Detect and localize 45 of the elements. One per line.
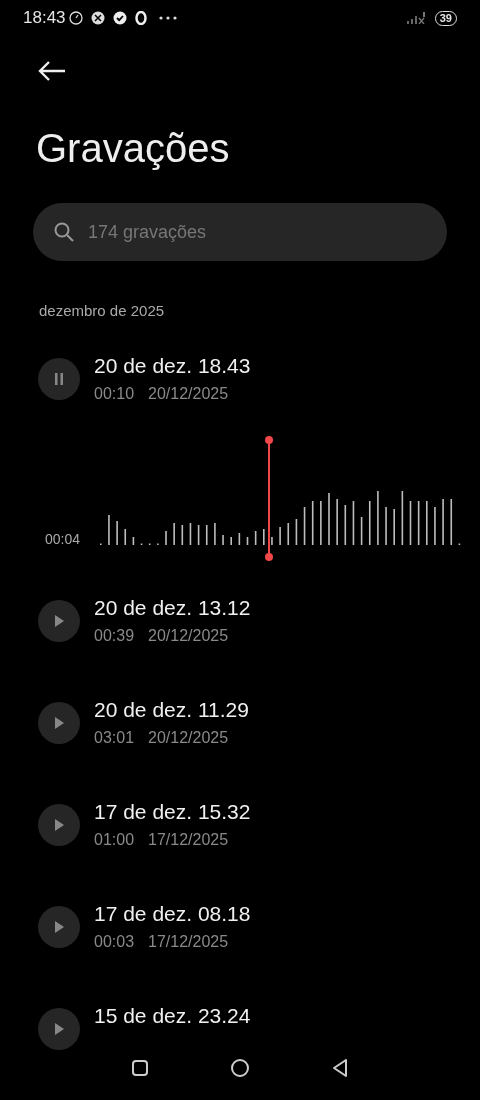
recording-title[interactable]: 20 de dez. 11.29 — [94, 696, 249, 723]
clock-icon — [68, 11, 83, 25]
play-icon — [54, 1022, 64, 1035]
recording-duration: 00:03 — [94, 931, 135, 952]
play-icon — [54, 716, 64, 729]
section-header: dezembro de 2025 — [39, 301, 166, 321]
recording-date: 20/12/2025 — [148, 625, 229, 646]
back-icon[interactable] — [38, 60, 66, 82]
playback-position: 00:04 — [45, 529, 81, 549]
pause-button[interactable] — [38, 357, 80, 400]
play-button[interactable] — [38, 905, 80, 948]
recording-title[interactable]: 17 de dez. 08.18 — [94, 900, 251, 927]
recording-date: 20/12/2025 — [148, 727, 229, 748]
recording-date: 17/12/2025 — [148, 931, 229, 952]
playhead[interactable] — [265, 435, 273, 561]
signal-icon — [406, 12, 427, 24]
search-field[interactable]: 174 gravações — [33, 203, 447, 261]
recording-title[interactable]: 17 de dez. 15.32 — [94, 798, 251, 825]
recording-title[interactable]: 20 de dez. 18.43 — [94, 352, 251, 379]
back-nav-icon[interactable] — [331, 1058, 350, 1078]
recording-date: 20/12/2025 — [148, 383, 229, 404]
app-icon — [90, 11, 105, 25]
play-icon — [54, 920, 64, 933]
more-icon — [158, 16, 177, 20]
play-button[interactable] — [38, 599, 80, 642]
recording-duration: 00:10 — [94, 383, 135, 404]
check-icon — [112, 11, 127, 25]
recording-duration: 00:39 — [94, 625, 135, 646]
play-button[interactable] — [38, 803, 80, 846]
play-icon — [54, 818, 64, 831]
recording-duration: 03:01 — [94, 727, 135, 748]
play-button[interactable] — [38, 1007, 80, 1050]
ring-icon — [134, 11, 147, 25]
status-time: 18:43 — [23, 7, 66, 30]
page-title: Gravações — [36, 125, 231, 172]
recording-title[interactable]: 20 de dez. 13.12 — [94, 594, 251, 621]
recording-title[interactable]: 15 de dez. 23.24 — [94, 1002, 251, 1029]
play-button[interactable] — [38, 701, 80, 744]
recents-icon[interactable] — [130, 1059, 149, 1077]
home-icon[interactable] — [230, 1058, 250, 1078]
recording-date: 17/12/2025 — [148, 829, 229, 850]
search-icon — [54, 222, 74, 242]
play-icon — [54, 614, 64, 627]
recording-duration: 01:00 — [94, 829, 135, 850]
pause-icon — [54, 372, 64, 385]
